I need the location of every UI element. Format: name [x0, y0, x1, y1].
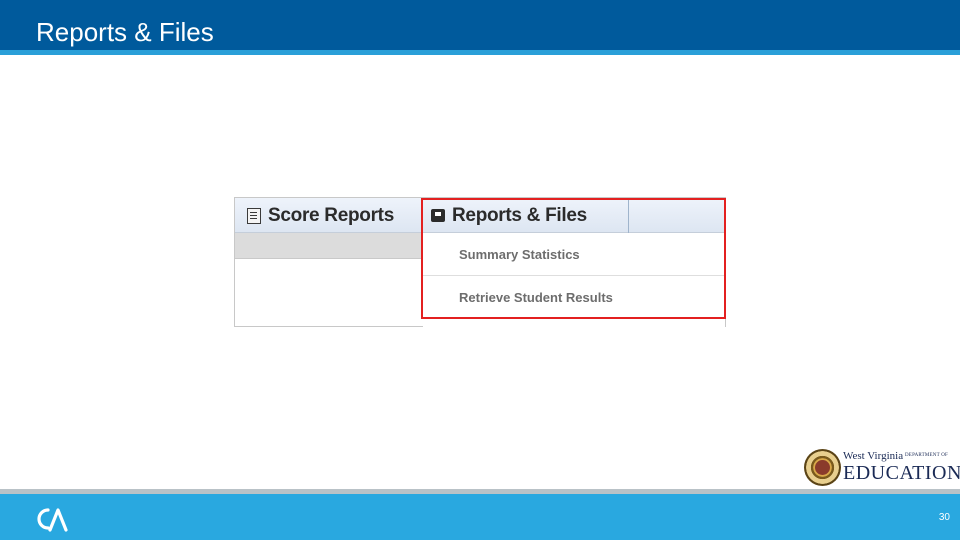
state-seal-icon	[804, 449, 841, 486]
header-accent-bar	[0, 50, 960, 55]
logo-education: EDUCATION	[843, 462, 960, 484]
page-number: 30	[938, 512, 950, 523]
slide-title: Reports & Files	[36, 17, 214, 47]
slide-footer	[0, 494, 960, 540]
logo-state-name: West Virginia	[843, 450, 904, 462]
ca-logo-icon	[37, 508, 68, 532]
highlight-box	[421, 198, 726, 319]
seal-center	[815, 460, 830, 475]
wv-education-logo: West Virginia DEPARTMENT OF EDUCATION	[804, 448, 960, 488]
logo-department: DEPARTMENT OF	[905, 453, 949, 458]
tab-score-reports[interactable]: Score Reports	[247, 198, 394, 233]
grey-strip	[235, 233, 423, 259]
tab-label: Score Reports	[268, 204, 394, 226]
document-icon	[247, 207, 261, 224]
